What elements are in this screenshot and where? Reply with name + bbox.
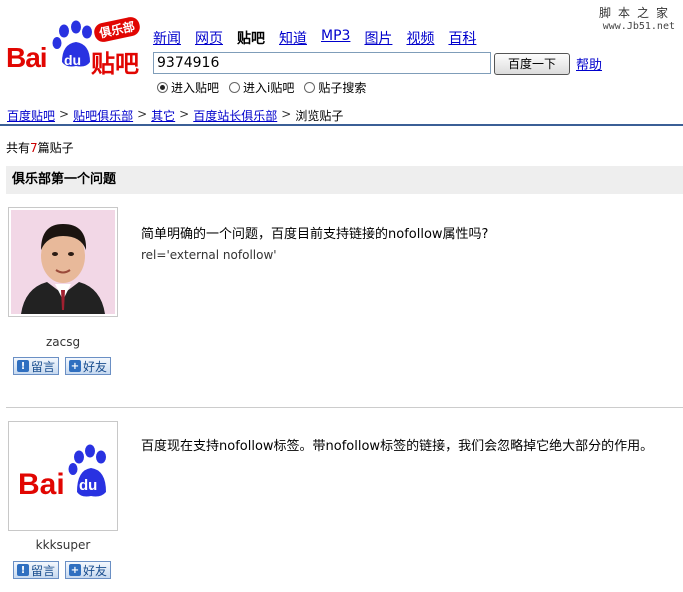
- nav-item-mp3[interactable]: MP3: [321, 28, 350, 48]
- radio-post-search[interactable]: 贴子搜索: [304, 79, 366, 96]
- post-count-prefix: 共有: [6, 141, 31, 155]
- add-friend-button[interactable]: + 好友: [65, 561, 112, 579]
- breadcrumb-webmaster-club[interactable]: 百度站长俱乐部: [193, 107, 277, 124]
- portrait-photo-icon: [11, 210, 115, 314]
- breadcrumb-separator: >: [137, 107, 148, 121]
- nav-item-baike[interactable]: 百科: [448, 28, 476, 48]
- nav-item-zhidao[interactable]: 知道: [279, 28, 307, 48]
- nav-item-images[interactable]: 图片: [364, 28, 392, 48]
- user-avatar[interactable]: Bai du: [8, 421, 118, 531]
- product-nav: 新闻 网页 贴吧 知道 MP3 图片 视频 百科: [153, 28, 476, 48]
- nav-item-news[interactable]: 新闻: [153, 28, 181, 48]
- leave-message-label: 留言: [31, 359, 56, 374]
- leave-message-button[interactable]: ! 留言: [13, 357, 60, 375]
- radio-label: 贴子搜索: [318, 81, 367, 95]
- nav-item-tieba: 贴吧: [237, 31, 265, 47]
- breadcrumb-club[interactable]: 贴吧俱乐部: [73, 107, 133, 124]
- breadcrumb-separator: >: [179, 107, 190, 121]
- logo-tieba-text: 贴吧: [91, 50, 139, 78]
- post-count: 共有7篇贴子: [6, 139, 74, 156]
- watermark-url: www.Jb51.net: [602, 21, 675, 32]
- site-watermark: 脚本之家 www.Jb51.net: [599, 4, 675, 32]
- radio-checked-icon[interactable]: [157, 82, 168, 93]
- post-count-number: 7: [30, 141, 38, 155]
- nav-item-web[interactable]: 网页: [195, 28, 223, 48]
- radio-label: 进入i贴吧: [243, 81, 295, 95]
- post-content: 百度现在支持nofollow标签。带nofollow标签的链接，我们会忽略掉它绝…: [141, 437, 681, 457]
- add-friend-icon: +: [69, 564, 81, 576]
- thread-title: 俱乐部第一个问题: [6, 166, 683, 194]
- logo-du-text: du: [64, 52, 82, 68]
- search-button[interactable]: 百度一下: [494, 53, 570, 75]
- post-subtext: rel='external nofollow': [141, 248, 277, 262]
- post-divider: [6, 407, 683, 408]
- radio-unchecked-icon[interactable]: [229, 82, 241, 93]
- breadcrumb-other[interactable]: 其它: [151, 107, 175, 124]
- add-friend-icon: +: [69, 360, 81, 372]
- username[interactable]: kkksuper: [7, 538, 119, 552]
- svg-text:Bai: Bai: [18, 468, 65, 501]
- add-friend-label: 好友: [83, 563, 108, 578]
- add-friend-button[interactable]: + 好友: [65, 357, 112, 375]
- post-count-suffix: 篇贴子: [37, 141, 74, 155]
- radio-label: 进入贴吧: [171, 81, 220, 95]
- baidu-tieba-logo[interactable]: Bai du 贴吧 俱乐部: [6, 15, 148, 78]
- help-link[interactable]: 帮助: [576, 54, 602, 73]
- watermark-title: 脚本之家: [598, 6, 675, 20]
- breadcrumb-separator: >: [281, 107, 292, 121]
- leave-message-button[interactable]: ! 留言: [13, 561, 60, 579]
- baidu-logo-avatar-icon: Bai du: [11, 424, 115, 528]
- leave-message-label: 留言: [31, 563, 56, 578]
- header-divider: [0, 124, 683, 126]
- radio-enter-itieba[interactable]: 进入i贴吧: [229, 79, 294, 96]
- post-content: 简单明确的一个问题，百度目前支持链接的nofollow属性吗? rel='ext…: [141, 225, 671, 265]
- breadcrumb: 百度贴吧 > 贴吧俱乐部 > 其它 > 百度站长俱乐部 > 浏览贴子: [7, 107, 343, 124]
- breadcrumb-current: 浏览贴子: [295, 109, 344, 123]
- add-friend-label: 好友: [83, 359, 108, 374]
- nav-item-video[interactable]: 视频: [406, 28, 434, 48]
- logo-bai-text: Bai: [6, 42, 48, 73]
- user-avatar[interactable]: [8, 207, 118, 317]
- search-scope-radios: 进入贴吧 进入i贴吧 贴子搜索: [157, 79, 366, 96]
- search-input[interactable]: [153, 52, 491, 74]
- svg-text:du: du: [79, 477, 97, 494]
- username[interactable]: zacsg: [7, 335, 119, 349]
- message-icon: !: [17, 564, 29, 576]
- radio-unchecked-icon[interactable]: [304, 82, 316, 93]
- breadcrumb-tieba[interactable]: 百度贴吧: [7, 107, 55, 124]
- breadcrumb-separator: >: [59, 107, 70, 121]
- post-text: 百度现在支持nofollow标签。带nofollow标签的链接，我们会忽略掉它绝…: [141, 439, 654, 454]
- message-icon: !: [17, 360, 29, 372]
- radio-enter-tieba[interactable]: 进入贴吧: [157, 79, 219, 96]
- post-text: 简单明确的一个问题，百度目前支持链接的nofollow属性吗?: [141, 227, 489, 242]
